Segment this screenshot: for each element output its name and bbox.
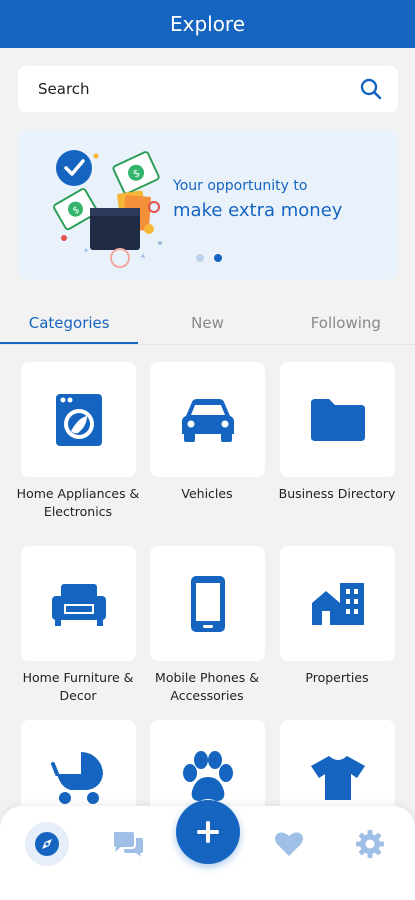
gear-icon: [356, 830, 384, 858]
category-card-vehicles[interactable]: [150, 362, 265, 477]
car-icon: [181, 398, 234, 442]
category-label: Mobile Phones & Accessories: [155, 670, 259, 703]
add-listing-button[interactable]: [176, 800, 240, 864]
plus-icon: [197, 821, 219, 843]
carousel-dot-1[interactable]: [196, 254, 204, 262]
sofa-icon: [51, 583, 106, 626]
folder-icon: [310, 398, 365, 441]
category-card-home-appliances[interactable]: [21, 362, 136, 477]
category-label: Vehicles: [181, 486, 233, 501]
category-card-fashion[interactable]: [280, 720, 395, 810]
category-label: Home Furniture & Decor: [22, 670, 134, 703]
app-header: Explore: [0, 0, 415, 48]
category-grid: Home Appliances & Electronics Vehicles B…: [0, 360, 415, 810]
heart-icon: [275, 832, 303, 856]
page-title: Explore: [169, 12, 246, 36]
paw-icon: [182, 750, 233, 801]
category-tabs: Categories New Following: [0, 302, 415, 344]
washing-machine-icon: [55, 393, 102, 446]
category-label: Business Directory: [278, 486, 396, 501]
tab-new[interactable]: New: [138, 302, 276, 344]
promo-banner[interactable]: $ $ Your opportunity to make extra money: [18, 130, 398, 280]
money-illustration: $ $: [53, 150, 162, 268]
carousel-dot-2[interactable]: [214, 254, 222, 262]
category-card-mobile-phones[interactable]: [150, 546, 265, 661]
category-label: Home Appliances & Electronics: [16, 486, 140, 519]
category-card-business-directory[interactable]: [280, 362, 395, 477]
chat-icon: [114, 832, 143, 857]
tab-categories[interactable]: Categories: [0, 302, 138, 344]
category-card-baby[interactable]: [21, 720, 136, 810]
tab-divider: [0, 344, 415, 345]
search-icon[interactable]: [358, 76, 384, 102]
category-card-pets[interactable]: [150, 720, 265, 810]
nav-settings[interactable]: [348, 822, 392, 866]
compass-icon: [35, 832, 59, 856]
search-input[interactable]: Search: [38, 80, 358, 98]
stroller-icon: [50, 751, 103, 804]
category-label: Properties: [305, 670, 369, 685]
category-card-home-furniture[interactable]: [21, 546, 136, 661]
nav-favorites[interactable]: [267, 822, 311, 866]
nav-messages[interactable]: [106, 822, 150, 866]
bottom-navigation: [0, 800, 415, 900]
tab-following[interactable]: Following: [277, 302, 415, 344]
nav-explore[interactable]: [25, 822, 69, 866]
tshirt-icon: [310, 755, 365, 800]
banner-text-line2: make extra money: [173, 200, 343, 221]
search-bar[interactable]: Search: [18, 66, 398, 112]
buildings-icon: [311, 582, 364, 625]
category-card-properties[interactable]: [280, 546, 395, 661]
smartphone-icon: [190, 575, 225, 632]
banner-text-line1: Your opportunity to: [173, 178, 308, 194]
